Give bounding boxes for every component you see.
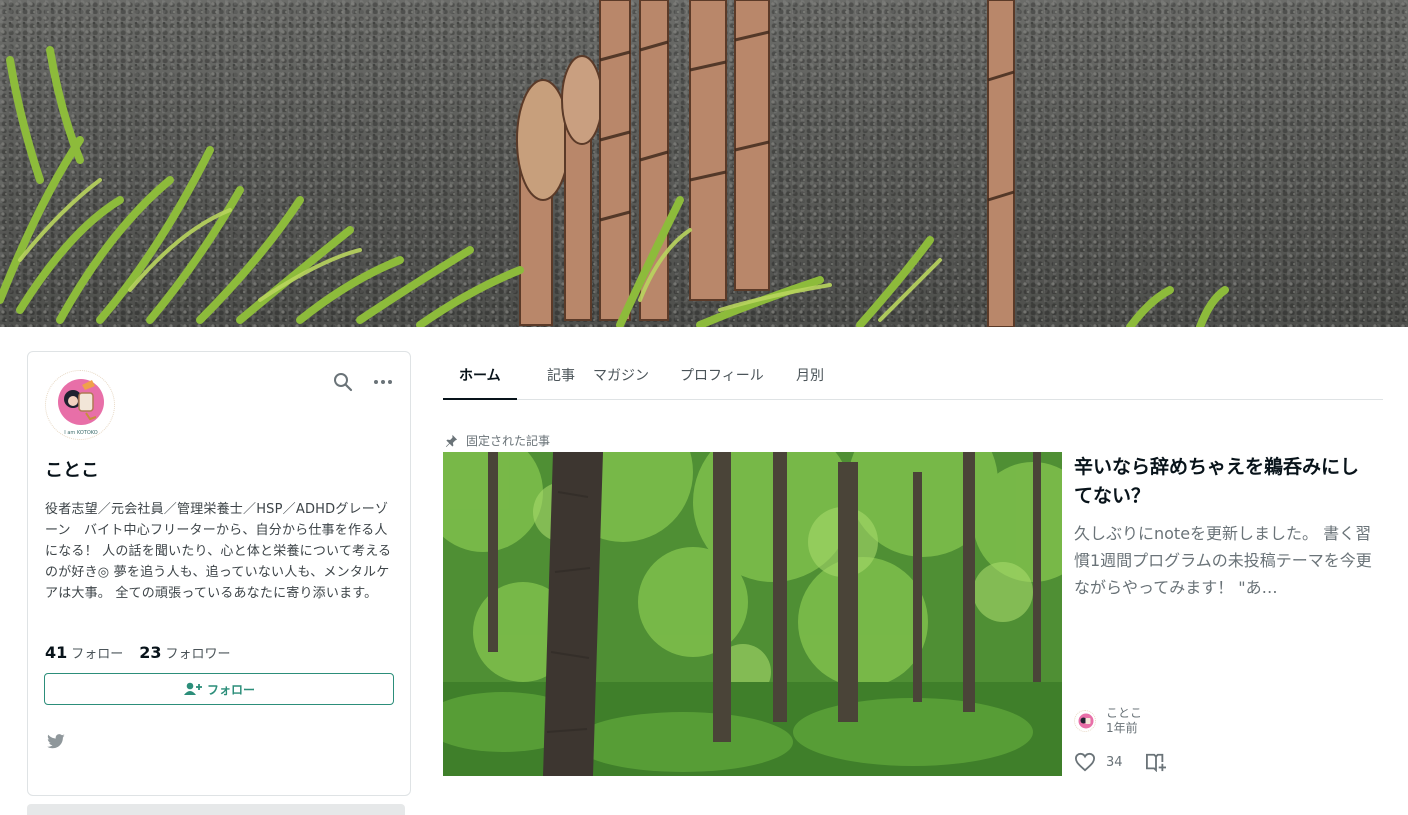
article-excerpt: 久しぶりにnoteを更新しました。 書く習慣1週間プログラムの未投稿テーマを今更… <box>1074 524 1372 597</box>
followers-count[interactable]: 23 <box>139 643 161 662</box>
author-avatar-illustration <box>1078 713 1094 729</box>
pin-icon <box>445 434 458 447</box>
tab-home[interactable]: ホーム <box>443 351 517 400</box>
article-time: 1年前 <box>1106 721 1138 735</box>
heart-icon <box>1074 752 1096 772</box>
following-count[interactable]: 41 <box>45 643 67 662</box>
avatar-illustration: I am KOTOKO <box>58 379 104 436</box>
follow-button-label: フォロー <box>206 682 255 697</box>
followers-label[interactable]: フォロワー <box>166 643 231 662</box>
author-avatar[interactable] <box>1074 710 1096 732</box>
like-button[interactable]: 34 <box>1074 752 1123 772</box>
user-plus-icon <box>183 682 202 695</box>
article-thumbnail[interactable] <box>443 452 1062 776</box>
article-reactions: 34 <box>1074 752 1167 772</box>
more-horizontal-icon <box>374 380 392 384</box>
forest-image <box>443 452 1062 776</box>
article-title[interactable]: 辛いなら辞めちゃえを鵜呑みにしてない？ <box>1074 453 1374 511</box>
twitter-link[interactable] <box>46 734 68 752</box>
following-label[interactable]: フォロー <box>71 643 123 662</box>
cover-image <box>0 0 1408 327</box>
profile-name: ことこ <box>45 460 99 481</box>
profile-tabs: ホーム 記事 マガジン プロフィール 月別 <box>443 351 1383 400</box>
like-count: 34 <box>1106 754 1123 770</box>
search-button[interactable] <box>330 369 356 395</box>
next-card-edge <box>27 804 405 815</box>
magazine-add-icon <box>1145 753 1166 772</box>
author-name[interactable]: ことこ <box>1106 706 1142 721</box>
tab-magazines[interactable]: マガジン <box>577 351 665 399</box>
avatar-caption: I am KOTOKO <box>64 430 98 436</box>
profile-bio: 役者志望／元会社員／管理栄養士／HSP／ADHDグレーゾーン バイト中心フリータ… <box>45 502 392 601</box>
add-to-magazine-button[interactable] <box>1145 752 1167 772</box>
cover-illustration <box>0 0 1408 327</box>
follow-button[interactable]: フォロー <box>44 673 394 705</box>
more-button[interactable] <box>370 369 396 395</box>
profile-card: I am KOTOKO ことこ 役者志望／元会社員／管理栄養士／HSP／ADHD… <box>27 351 411 796</box>
follow-stats: 41 フォロー 23 フォロワー <box>45 643 231 662</box>
profile-avatar[interactable]: I am KOTOKO <box>45 370 115 440</box>
tab-monthly[interactable]: 月別 <box>780 351 840 399</box>
tab-profile[interactable]: プロフィール <box>664 351 780 399</box>
search-icon <box>334 373 353 392</box>
pinned-label-text: 固定された記事 <box>466 434 551 448</box>
pinned-label: 固定された記事 <box>445 432 550 449</box>
twitter-icon <box>47 734 65 749</box>
article-author[interactable]: ことこ 1年前 <box>1074 706 1142 736</box>
